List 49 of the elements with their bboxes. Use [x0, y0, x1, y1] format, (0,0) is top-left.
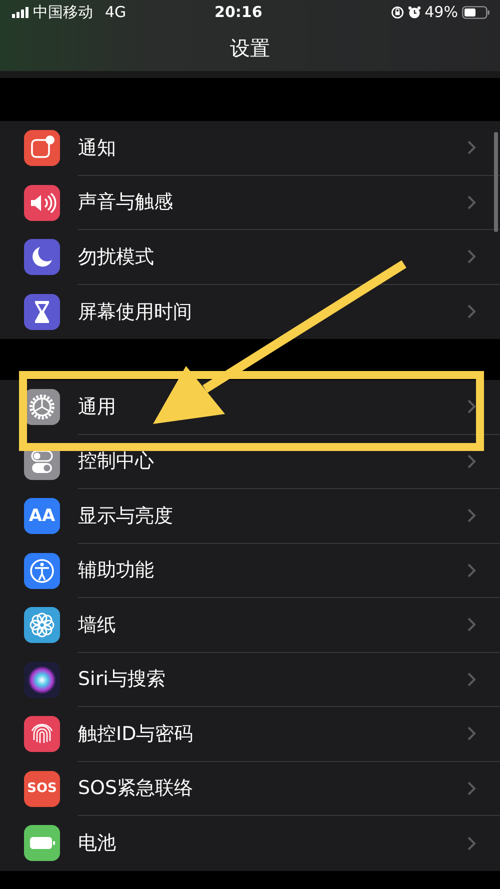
page-title: 设置: [230, 35, 270, 62]
chevron-icon: [467, 140, 476, 156]
chevron-icon: [467, 249, 476, 264]
chevron-icon: [467, 304, 476, 320]
chevron-icon: [467, 399, 476, 414]
battery-icon: [462, 6, 490, 19]
chevron-icon: [467, 672, 476, 687]
settings-row[interactable]: 触控ID与密码: [0, 707, 500, 762]
chevron-icon: [467, 508, 476, 524]
row-label: 通用: [78, 394, 116, 420]
row-label: 控制中心: [78, 449, 154, 474]
network-type: 4G: [105, 2, 126, 24]
settings-row[interactable]: 通知: [0, 121, 500, 176]
row-label: 通知: [78, 136, 116, 160]
chevron-icon: [467, 194, 476, 210]
settings-row[interactable]: AA 显示与亮度: [0, 489, 500, 544]
row-label: 显示与亮度: [78, 504, 173, 528]
row-label: 声音与触感: [78, 190, 173, 215]
text-size-icon: AA: [24, 498, 60, 534]
row-label: 辅助功能: [78, 558, 154, 583]
chevron-icon: [467, 726, 476, 742]
settings-row[interactable]: 墙纸: [0, 598, 500, 652]
chevron-icon: [467, 617, 476, 632]
orientation-lock-icon: [390, 6, 404, 19]
row-label: 触控ID与密码: [78, 722, 194, 746]
signal-icon: [12, 7, 29, 18]
row-label: 电池: [78, 831, 116, 856]
row-label: SOS紧急联络: [78, 776, 194, 801]
settings-row[interactable]: 屏幕使用时间: [0, 284, 500, 339]
row-label: 屏幕使用时间: [78, 300, 192, 324]
chevron-icon: [467, 454, 476, 469]
alarm-icon: [408, 6, 421, 19]
chevron-icon: [467, 780, 476, 796]
settings-row[interactable]: 辅助功能: [0, 544, 500, 598]
row-label: Siri与搜索: [78, 667, 166, 692]
status-time: 20:16: [214, 2, 262, 24]
settings-row[interactable]: 通用: [0, 380, 500, 434]
settings-row[interactable]: Siri与搜索: [0, 652, 500, 707]
row-label: 墙纸: [78, 612, 116, 638]
row-label: 勿扰模式: [78, 244, 154, 270]
battery-percent: 49%: [424, 2, 458, 24]
settings-row[interactable]: 声音与触感: [0, 176, 500, 230]
settings-row[interactable]: SOS SOS紧急联络: [0, 762, 500, 816]
sos-icon: SOS: [24, 770, 60, 807]
settings-row[interactable]: 电池: [0, 816, 500, 870]
chevron-icon: [467, 836, 476, 851]
carrier-name: 中国移动: [33, 2, 93, 24]
settings-row[interactable]: 勿扰模式: [0, 230, 500, 284]
chevron-icon: [467, 562, 476, 578]
